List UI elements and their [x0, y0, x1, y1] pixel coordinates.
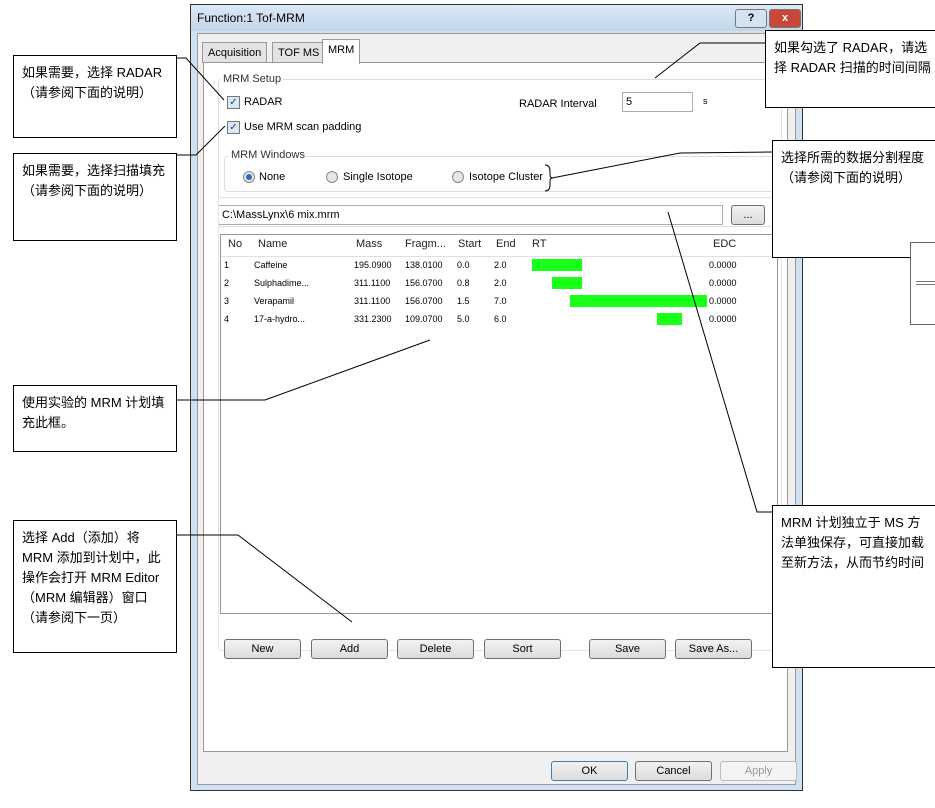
tab-mrm[interactable]: MRM — [322, 39, 361, 64]
leader-line-padding — [177, 125, 226, 156]
leader-line-add — [177, 534, 353, 623]
leader-line-table — [177, 339, 431, 401]
partial-panel — [910, 242, 935, 325]
callout-interval: 如果勾选了 RADAR，请选择 RADAR 扫描的时间间隔 — [765, 30, 935, 108]
leader-line-interval — [654, 42, 765, 79]
callout-table: 使用实验的 MRM 计划填充此框。 — [13, 385, 177, 452]
callout-save: MRM 计划独立于 MS 方法单独保存，可直接加载至新方法，从而节约时间 — [772, 505, 935, 668]
leader-line-windows — [551, 151, 773, 179]
callout-add: 选择 Add（添加）将 MRM 添加到计划中，此操作会打开 MRM Editor… — [13, 520, 177, 653]
leader-line-save — [667, 211, 772, 513]
callout-padding: 如果需要，选择扫描填充（请参阅下面的说明） — [13, 153, 177, 241]
callout-radar: 如果需要，选择 RADAR（请参阅下面的说明） — [13, 55, 177, 138]
windows-brace — [544, 164, 554, 192]
panel-lines — [916, 281, 935, 285]
callout-windows: 选择所需的数据分割程度（请参阅下面的说明） — [772, 140, 935, 258]
leader-line-radar — [177, 57, 225, 101]
